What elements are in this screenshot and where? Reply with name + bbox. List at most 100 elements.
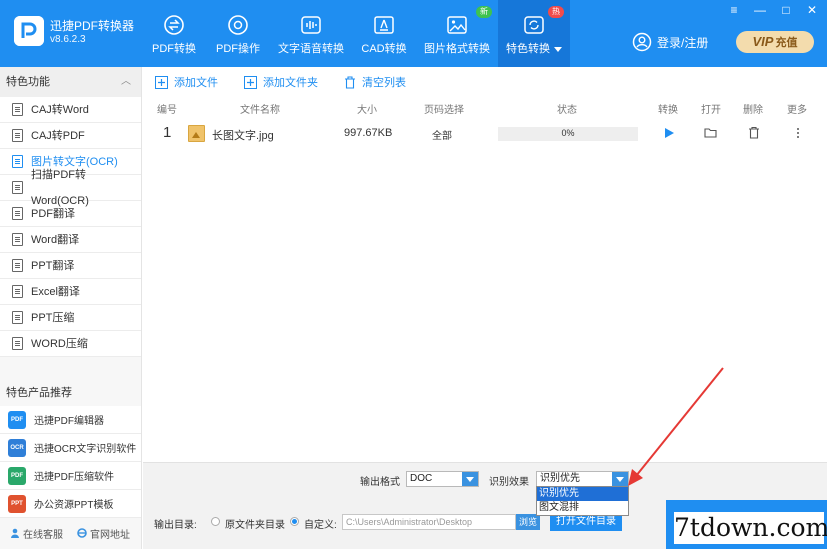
radio-custom-label: 自定义:: [304, 520, 337, 531]
nav-image-format[interactable]: 新 图片格式转换: [416, 0, 498, 67]
dropdown-option-recognition-first[interactable]: 识别优先: [537, 487, 628, 501]
column-header-more: 更多: [787, 105, 807, 116]
online-service-link[interactable]: 在线客服: [0, 526, 63, 541]
column-header-size: 大小: [357, 105, 377, 116]
add-folder-label: 添加文件夹: [263, 77, 318, 89]
document-icon: [12, 259, 23, 272]
progress-bar: 0%: [498, 127, 638, 141]
promo-ocr-software[interactable]: OCR 迅捷OCR文字识别软件: [0, 434, 141, 462]
file-name: 长图文字.jpg: [212, 130, 274, 142]
column-header-convert: 转换: [658, 105, 678, 116]
collapse-icon[interactable]: ︿: [121, 67, 131, 97]
website-label: 官网地址: [90, 529, 130, 541]
sidebar-item-caj-word[interactable]: CAJ转Word: [0, 97, 141, 123]
nav-pdf-operate[interactable]: PDF操作: [206, 0, 270, 67]
app-brand: 迅捷PDF转换器 v8.6.2.3: [14, 12, 144, 56]
window-controls: ≡ — □ ✕: [727, 3, 819, 17]
recognition-select[interactable]: 识别优先: [536, 471, 629, 487]
vip-recharge-button[interactable]: VIP 充值: [736, 31, 814, 53]
promo-label: 迅捷PDF压缩软件: [34, 472, 114, 483]
online-service-label: 在线客服: [23, 529, 63, 541]
recognition-value: 识别优先: [540, 473, 580, 484]
sidebar-item-caj-pdf[interactable]: CAJ转PDF: [0, 123, 141, 149]
play-icon[interactable]: [661, 124, 677, 142]
file-toolbar: 添加文件 添加文件夹 清空列表: [143, 67, 827, 97]
sidebar: 特色功能 ︿ CAJ转Word CAJ转PDF 图片转文字(OCR) 扫描PDF…: [0, 67, 142, 549]
user-icon: [632, 32, 652, 52]
sidebar-item-ppt-compress[interactable]: PPT压缩: [0, 305, 141, 331]
add-folder-icon: [244, 75, 257, 89]
sidebar-item-excel-translate[interactable]: Excel翻译: [0, 279, 141, 305]
promo-pdf-editor[interactable]: PDF 迅捷PDF编辑器: [0, 406, 141, 434]
document-icon: [12, 207, 23, 220]
chevron-down-icon: [462, 472, 478, 486]
watermark: 7tdown.com: [674, 512, 827, 544]
menu-icon[interactable]: ≡: [727, 3, 741, 17]
clear-list-label: 清空列表: [362, 77, 406, 89]
dropdown-option-mixed-layout[interactable]: 图文混排: [537, 501, 628, 515]
nav-label: PDF操作: [216, 43, 260, 55]
gear-icon: [228, 15, 248, 35]
nav-pdf-convert[interactable]: PDF转换: [142, 0, 206, 67]
column-header-open: 打开: [701, 105, 721, 116]
recharge-label: 充值: [775, 37, 798, 49]
sidebar-item-label: PPT压缩: [31, 311, 75, 324]
vip-label: VIP: [752, 34, 774, 49]
output-path-input[interactable]: [342, 514, 516, 530]
nav-label: 特色转换: [506, 40, 562, 56]
sidebar-title: 特色功能: [6, 76, 50, 88]
column-header-delete: 删除: [743, 105, 763, 116]
column-header-number: 编号: [157, 105, 177, 116]
nav-label: 图片格式转换: [424, 43, 490, 55]
radio-custom-folder[interactable]: [290, 517, 299, 526]
sidebar-item-word-translate[interactable]: Word翻译: [0, 227, 141, 253]
chevron-down-icon: [554, 46, 562, 52]
sidebar-footer: 在线客服 官网地址: [0, 522, 141, 544]
sidebar-item-ppt-translate[interactable]: PPT翻译: [0, 253, 141, 279]
convert-icon: [164, 15, 184, 35]
output-format-select[interactable]: DOC: [406, 471, 479, 487]
add-file-label: 添加文件: [174, 77, 218, 89]
sidebar-item-word-compress[interactable]: WORD压缩: [0, 331, 141, 357]
browse-button[interactable]: 浏览: [516, 514, 540, 530]
sidebar-item-label: Excel翻译: [31, 285, 80, 298]
add-file-button[interactable]: 添加文件: [155, 74, 218, 90]
promo-label: 迅捷OCR文字识别软件: [34, 444, 137, 455]
nav-cad-convert[interactable]: CAD转换: [352, 0, 416, 67]
top-bar: 迅捷PDF转换器 v8.6.2.3 PDF转换 PDF操作 文字语音转换 CAD…: [0, 0, 827, 67]
maximize-icon[interactable]: □: [779, 3, 793, 17]
sidebar-item-scan-pdf-word[interactable]: 扫描PDF转Word(OCR): [0, 169, 141, 207]
output-dir-label: 输出目录:: [154, 520, 197, 531]
cad-icon: [374, 16, 394, 34]
audio-wave-icon: [301, 16, 321, 34]
special-icon: [524, 16, 544, 34]
promo-list: PDF 迅捷PDF编辑器 OCR 迅捷OCR文字识别软件 PDF 迅捷PDF压缩软件 …: [0, 406, 141, 518]
nav-label: 文字语音转换: [278, 43, 344, 55]
column-header-filename: 文件名称: [240, 105, 280, 116]
website-link[interactable]: 官网地址: [63, 526, 130, 541]
folder-open-icon[interactable]: [703, 124, 719, 142]
minimize-icon[interactable]: —: [753, 3, 767, 17]
recognition-label: 识别效果: [489, 477, 529, 488]
trash-icon[interactable]: [746, 124, 762, 142]
clear-list-button[interactable]: 清空列表: [344, 74, 406, 90]
nav-special-convert[interactable]: 热 特色转换: [498, 0, 570, 67]
sidebar-item-label: WORD压缩: [31, 337, 88, 350]
close-icon[interactable]: ✕: [805, 3, 819, 17]
more-icon[interactable]: [790, 124, 806, 142]
login-button[interactable]: 登录/注册: [632, 32, 708, 52]
nav-text-speech[interactable]: 文字语音转换: [270, 0, 352, 67]
document-icon: [12, 337, 23, 350]
radio-original-folder[interactable]: [211, 517, 220, 526]
promo-ppt-templates[interactable]: PPT 办公资源PPT模板: [0, 490, 141, 518]
promo-pdf-compress[interactable]: PDF 迅捷PDF压缩软件: [0, 462, 141, 490]
image-icon: [447, 16, 467, 34]
page-selection[interactable]: 全部: [432, 127, 452, 142]
add-folder-button[interactable]: 添加文件夹: [244, 74, 318, 90]
browser-icon: [77, 528, 87, 538]
sidebar-item-label: Word翻译: [31, 233, 80, 246]
login-label: 登录/注册: [657, 35, 709, 50]
nav-label: CAD转换: [361, 43, 407, 55]
sidebar-list: CAJ转Word CAJ转PDF 图片转文字(OCR) 扫描PDF转Word(O…: [0, 97, 141, 357]
table-row[interactable]: 1 长图文字.jpg 997.67KB 全部 0%: [143, 121, 827, 147]
